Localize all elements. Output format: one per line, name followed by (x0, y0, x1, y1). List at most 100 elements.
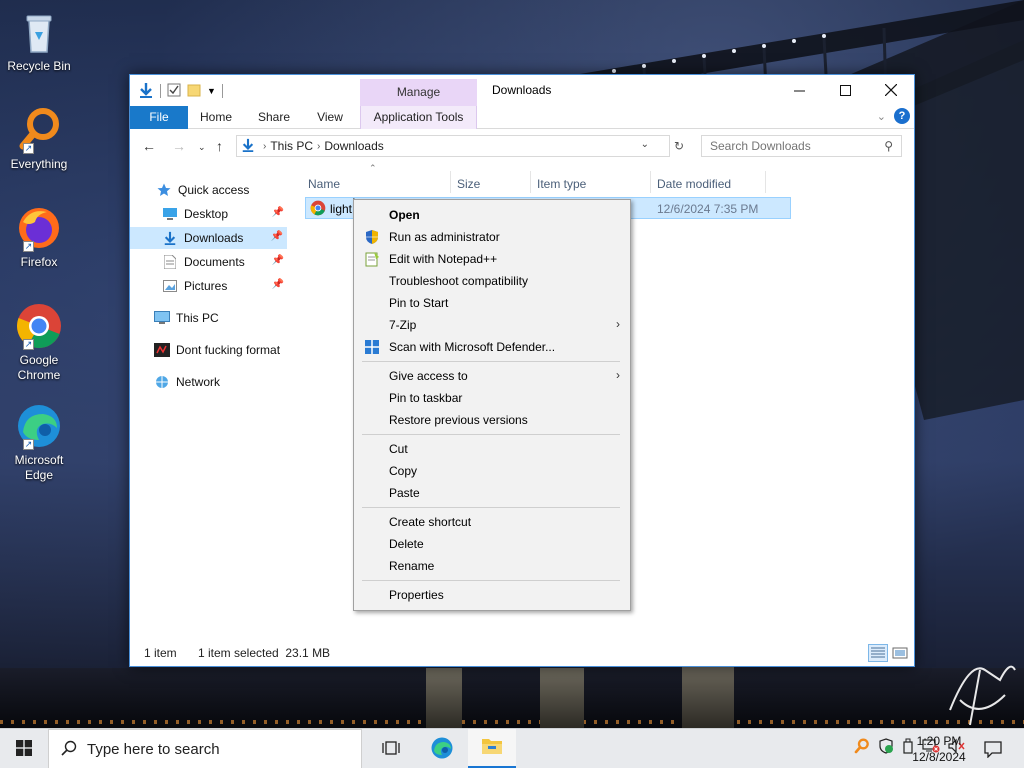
close-button[interactable] (868, 75, 914, 105)
menu-item-rename[interactable]: Rename (356, 555, 628, 577)
column-header-size[interactable]: Size (457, 177, 480, 191)
column-header-name[interactable]: Name (308, 177, 340, 191)
menu-item-delete[interactable]: Delete (356, 533, 628, 555)
tab-home[interactable]: Home (190, 106, 242, 129)
desktop-icon-recycle-bin[interactable]: Recycle Bin (4, 8, 74, 74)
taskbar-app-edge[interactable] (418, 729, 466, 768)
taskbar-clock[interactable]: 1:20 PM 12/8/2024 (908, 733, 970, 765)
desktop-icon-label: Everything (10, 157, 68, 171)
shortcut-arrow-icon: ↗ (23, 339, 34, 350)
large-icons-view-icon[interactable] (890, 644, 910, 662)
nav-item-pictures[interactable]: Pictures 📌 (162, 275, 288, 297)
breadcrumb-downloads[interactable]: Downloads (320, 139, 387, 153)
address-history-chevron-icon[interactable]: ⌄ (641, 139, 649, 150)
column-header-item-type[interactable]: Item type (537, 177, 586, 191)
menu-item-open[interactable]: Open (356, 204, 628, 226)
desktop-icon-firefox[interactable]: ↗ Firefox (4, 204, 74, 270)
network-icon (154, 374, 170, 390)
nav-item-label: This PC (176, 311, 219, 325)
menu-item-label: Open (389, 208, 420, 222)
menu-item-troubleshoot-compatibility[interactable]: Troubleshoot compatibility (356, 270, 628, 292)
tab-file[interactable]: File (130, 106, 188, 129)
manage-contextual-tab[interactable]: Manage (360, 79, 477, 106)
menu-item-restore-previous-versions[interactable]: Restore previous versions (356, 409, 628, 431)
properties-checkbox-icon[interactable] (167, 83, 181, 100)
refresh-icon[interactable]: ↻ (669, 136, 689, 156)
search-input[interactable] (710, 139, 870, 153)
status-selection: 1 item selected 23.1 MB (198, 646, 331, 660)
menu-item-paste[interactable]: Paste (356, 482, 628, 504)
menu-item-pin-to-start[interactable]: Pin to Start (356, 292, 628, 314)
pin-icon[interactable]: 📌 (272, 255, 284, 266)
pictures-icon (162, 278, 178, 294)
back-arrow-icon[interactable]: ← (142, 138, 156, 154)
desktop-icon-label: Google Chrome (17, 353, 61, 382)
nav-item-documents[interactable]: Documents 📌 (162, 251, 288, 273)
menu-item-properties[interactable]: Properties (356, 584, 628, 606)
pin-icon[interactable]: 📌 (272, 207, 284, 218)
tab-application-tools[interactable]: Application Tools (360, 106, 477, 129)
new-folder-icon[interactable] (187, 83, 201, 100)
notepad-plus-plus-icon (364, 251, 380, 267)
desktop-icon-label: Recycle Bin (7, 59, 71, 73)
up-arrow-icon[interactable]: ↑ (216, 138, 223, 154)
document-icon (162, 254, 178, 270)
pin-icon[interactable]: 📌 (271, 231, 283, 242)
menu-item-label: Delete (389, 537, 424, 551)
windows-logo-icon (16, 739, 32, 759)
minimize-button[interactable] (776, 75, 822, 105)
menu-item-edit-with-notepad-plus-plus[interactable]: Edit with Notepad++ (356, 248, 628, 270)
menu-item-pin-to-taskbar[interactable]: Pin to taskbar (356, 387, 628, 409)
taskbar-search-box[interactable]: Type here to search (48, 729, 362, 768)
nav-item-quick-access[interactable]: Quick access (156, 179, 249, 201)
nav-item-desktop[interactable]: Desktop 📌 (162, 203, 288, 225)
details-view-icon[interactable] (868, 644, 888, 662)
menu-item-give-access-to[interactable]: Give access to › (356, 365, 628, 387)
maximize-button[interactable] (822, 75, 868, 105)
breadcrumb-this-pc[interactable]: This PC (266, 139, 317, 153)
search-icon (61, 740, 77, 759)
menu-item-run-as-administrator[interactable]: Run as administrator (356, 226, 628, 248)
edge-icon (430, 736, 454, 763)
shortcut-arrow-icon: ↗ (23, 241, 34, 252)
nav-item-this-pc[interactable]: This PC (154, 307, 219, 329)
menu-separator (362, 507, 620, 508)
task-view-button[interactable] (368, 729, 416, 768)
address-bar[interactable]: › This PC › Downloads ⌄ ↻ (236, 135, 684, 157)
defender-shield-icon[interactable] (878, 738, 894, 757)
taskbar-app-file-explorer[interactable] (468, 729, 516, 768)
recent-locations-chevron-icon[interactable]: ⌄ (198, 142, 206, 153)
search-box[interactable]: ⚲ (701, 135, 902, 157)
menu-item-create-shortcut[interactable]: Create shortcut (356, 511, 628, 533)
desktop-icon-label: Firefox (20, 255, 58, 269)
help-icon[interactable]: ? (894, 108, 910, 124)
menu-item-label: Rename (389, 559, 435, 573)
defender-icon (364, 339, 380, 355)
desktop-icon-everything[interactable]: ↗ Everything (4, 106, 74, 172)
forward-arrow-icon[interactable]: → (172, 138, 186, 154)
menu-item-label: Cut (389, 442, 408, 456)
nav-item-downloads[interactable]: Downloads 📌 (130, 227, 287, 249)
start-button[interactable] (0, 729, 48, 768)
everything-search-icon[interactable] (854, 738, 870, 757)
expand-ribbon-chevron-icon[interactable]: ⌄ (877, 110, 886, 123)
menu-item-copy[interactable]: Copy (356, 460, 628, 482)
file-explorer-folder-icon (481, 736, 503, 759)
desktop-icon-google-chrome[interactable]: ↗ Google Chrome (4, 302, 74, 383)
tab-share[interactable]: Share (248, 106, 300, 129)
menu-item-cut[interactable]: Cut (356, 438, 628, 460)
download-arrow-icon[interactable] (138, 82, 154, 101)
pin-icon[interactable]: 📌 (272, 279, 284, 290)
tab-view[interactable]: View (306, 106, 354, 129)
menu-separator (362, 434, 620, 435)
desktop-icon-microsoft-edge[interactable]: ↗ Microsoft Edge (4, 402, 74, 483)
nav-item-drive[interactable]: Dont fucking format (154, 339, 280, 361)
nav-item-network[interactable]: Network (154, 371, 220, 393)
column-header-date-modified[interactable]: Date modified (657, 177, 731, 191)
menu-item-label: Pin to taskbar (389, 391, 463, 405)
taskbar-search-placeholder: Type here to search (87, 740, 220, 758)
notification-center-button[interactable] (984, 740, 1002, 761)
menu-item-7-zip[interactable]: 7-Zip › (356, 314, 628, 336)
customize-toolbar-chevron-icon[interactable]: ▼ (207, 86, 216, 96)
menu-item-scan-with-defender[interactable]: Scan with Microsoft Defender... (356, 336, 628, 358)
